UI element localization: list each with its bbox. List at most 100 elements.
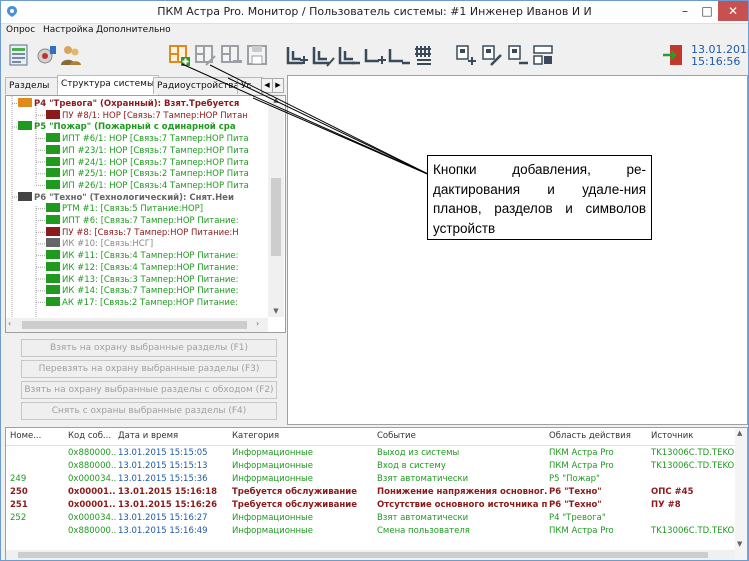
tree-scroll-thumb[interactable] <box>271 178 281 256</box>
fire-device-icon <box>18 121 32 131</box>
tree-node[interactable]: ИК #11: [Связь:4 Тампер:НОР Питание: <box>46 250 239 261</box>
table-row[interactable]: 249 0x000034... 13.01.2015 15:15:36 Информа… <box>6 473 736 485</box>
delete-symbol-icon[interactable] <box>505 43 529 67</box>
table-cell: Информационные <box>232 474 313 484</box>
table-cell: 13.01.2015 15:15:05 <box>118 448 208 458</box>
callout-annotation: Кнопки добавления, ре-дактирования и уда… <box>427 155 652 240</box>
log-hscroll-thumb[interactable] <box>18 552 708 558</box>
add-plan-icon[interactable] <box>167 43 191 67</box>
save-plan-icon[interactable] <box>245 43 269 67</box>
col-number[interactable]: Номе... <box>10 431 41 441</box>
tree-node[interactable]: АК #17: [Связь:2 Тампер:НОР Питание: <box>46 296 238 308</box>
col-category[interactable]: Категория <box>232 431 279 441</box>
add-section-icon[interactable] <box>285 43 309 67</box>
tree-node[interactable]: ИП #25/1: НОР [Связь:2 Тампер:НОР Пита <box>46 168 249 179</box>
users-icon[interactable] <box>59 43 83 67</box>
tree-node[interactable]: ИП #23/1: НОР [Связь:7 Тампер:НОР Пита <box>46 144 249 156</box>
tree-node[interactable]: Р5 "Пожар" (Пожарный с одинарной сра <box>18 121 236 132</box>
plan-area[interactable] <box>287 75 748 425</box>
tree-horizontal-scrollbar[interactable]: ‹ › <box>6 318 268 332</box>
delete-plan-icon[interactable] <box>219 43 243 67</box>
scroll-up-icon[interactable]: ▲ <box>271 96 281 106</box>
table-cell: 250 <box>10 487 28 497</box>
maximize-button[interactable]: □ <box>696 1 718 21</box>
tree-node[interactable]: РТМ #1: [Связь:5 Питание:НОР] <box>46 203 203 214</box>
table-row[interactable]: 0x880000... 13.01.2015 15:15:05 Информацио… <box>6 447 736 459</box>
col-area[interactable]: Область действия <box>549 431 631 441</box>
event-log-table[interactable]: Номе... Код соб... Дата и время Категори… <box>5 427 748 560</box>
symbol-grid-icon[interactable] <box>531 43 555 67</box>
arm-sections-button[interactable]: Взять на охрану выбранные разделы (F1) <box>21 339 277 357</box>
minimize-button[interactable]: – <box>674 1 696 21</box>
tree-node-label: ИПТ #6/1: НОР [Связь:7 Тампер:НОР Пита <box>62 134 249 145</box>
table-cell: Вход в систему <box>377 461 446 471</box>
tab-system-structure[interactable]: Структура системы <box>57 75 159 95</box>
scroll-down-icon[interactable]: ▼ <box>271 307 281 317</box>
log-horizontal-scrollbar[interactable] <box>6 550 735 560</box>
edit-section-icon[interactable] <box>311 43 335 67</box>
tree-node[interactable]: ИК #13: [Связь:3 Тампер:НОР Питание: <box>46 273 239 285</box>
menu-settings[interactable]: Настройка <box>43 25 94 35</box>
table-cell: ПКМ Астра Pro <box>549 526 614 536</box>
delete-section-icon[interactable] <box>337 43 361 67</box>
table-row[interactable]: 0x880000... 13.01.2015 15:15:13 Информацио… <box>6 460 736 472</box>
col-event-code[interactable]: Код соб... <box>68 431 111 441</box>
exit-icon[interactable] <box>661 43 685 67</box>
edit-plan-icon[interactable] <box>193 43 217 67</box>
edit-symbol-icon[interactable] <box>479 43 503 67</box>
table-cell: Взят автоматически <box>377 474 469 484</box>
col-event[interactable]: Событие <box>377 431 416 441</box>
add-symbol-icon[interactable] <box>453 43 477 67</box>
log-vertical-scrollbar[interactable]: ▲ ▼ <box>735 428 747 560</box>
menu-poll[interactable]: Опрос <box>6 25 35 35</box>
table-cell: 0x00001... <box>68 500 116 510</box>
close-button[interactable]: ✕ <box>718 1 748 21</box>
menu-extra[interactable]: Дополнительно <box>96 25 171 35</box>
tree-node[interactable]: ИП #24/1: НОР [Связь:7 Тампер:НОР Пита <box>46 156 249 168</box>
tree-vertical-scrollbar[interactable]: ▲ ▼ <box>268 96 284 317</box>
tree-node[interactable]: ИПТ #6/1: НОР [Связь:7 Тампер:НОР Пита <box>46 133 249 144</box>
journal-icon[interactable] <box>7 43 31 67</box>
tab-scroll-right-icon[interactable]: ▶ <box>272 78 284 93</box>
arm-bypass-button[interactable]: Взять на охрану выбранные разделы с обхо… <box>21 381 277 399</box>
tab-radio-devices[interactable]: Радиоустройства <box>153 77 243 94</box>
table-cell: Взят автоматически <box>377 513 469 523</box>
col-source[interactable]: Источник <box>651 431 693 441</box>
title-bar[interactable]: ПКМ Астра Pro. Монитор / Пользователь си… <box>1 1 748 24</box>
radio-module-icon <box>46 296 60 306</box>
table-row[interactable]: 0x880000... 13.01.2015 15:16:49 Информацио… <box>6 525 736 537</box>
system-tree[interactable]: Р4 "Тревога" (Охранный): Взят.Требуется П… <box>5 95 286 333</box>
add-zone-icon[interactable] <box>363 43 387 67</box>
tree-node[interactable]: ИК #10: [Связь:НСГ] <box>46 238 153 249</box>
scroll-right-icon[interactable]: › <box>256 319 266 328</box>
rearm-sections-button[interactable]: Перевзять на охрану выбранные разделы (F… <box>21 360 277 378</box>
grid-icon[interactable] <box>413 43 437 67</box>
fire-sensor-icon <box>46 133 60 143</box>
table-row[interactable]: 250 0x00001... 13.01.2015 15:16:18 Требуетс… <box>6 486 736 498</box>
remove-zone-icon[interactable] <box>387 43 411 67</box>
table-cell: Понижение напряжения основног... <box>377 487 547 497</box>
tree-node[interactable]: ИК #12: [Связь:4 Тампер:НОР Питание: <box>46 261 239 273</box>
col-datetime[interactable]: Дата и время <box>118 431 178 441</box>
table-cell: Информационные <box>232 526 313 536</box>
tree-node-label: ИК #11: [Связь:4 Тампер:НОР Питание: <box>62 251 239 262</box>
tree-node[interactable]: ПУ #8/1: НОР [Связь:7 Тампер:НОР Питан <box>46 109 248 121</box>
tree-node[interactable]: ПУ #8: [Связь:7 Тампер:НОР Питание:Н <box>46 226 239 238</box>
log-scroll-down-icon[interactable]: ▼ <box>737 540 742 548</box>
tree-node[interactable]: Р6 "Техно" (Технологический): Снят.Неи <box>18 191 234 203</box>
table-row[interactable]: 252 0x000034... 13.01.2015 15:16:27 Информа… <box>6 512 736 524</box>
tree-node[interactable]: Р4 "Тревога" (Охранный): Взят.Требуется <box>18 98 239 109</box>
tree-hscroll-thumb[interactable] <box>22 321 247 329</box>
tree-node[interactable]: ИПТ #6: [Связь:7 Тампер:НОР Питание: <box>46 215 239 226</box>
devices-icon[interactable] <box>35 43 59 67</box>
fire-sensor-icon <box>46 156 60 166</box>
scroll-left-icon[interactable]: ‹ <box>8 319 18 328</box>
tree-node[interactable]: ИК #14: [Связь:7 Тампер:НОР Питание: <box>46 285 239 296</box>
tree-node-label: ИК #14: [Связь:7 Тампер:НОР Питание: <box>62 286 239 297</box>
log-scroll-up-icon[interactable]: ▲ <box>737 429 742 437</box>
table-row[interactable]: 251 0x00001... 13.01.2015 15:16:26 Требуетс… <box>6 499 736 511</box>
tab-sections[interactable]: Разделы <box>5 77 63 94</box>
tree-node[interactable]: ИП #26/1: НОР [Связь:4 Тампер:НОР Пита <box>46 179 249 191</box>
disarm-sections-button[interactable]: Снять с охраны выбранные разделы (F4) <box>21 402 277 420</box>
tab-devices[interactable]: Ус <box>237 77 263 94</box>
